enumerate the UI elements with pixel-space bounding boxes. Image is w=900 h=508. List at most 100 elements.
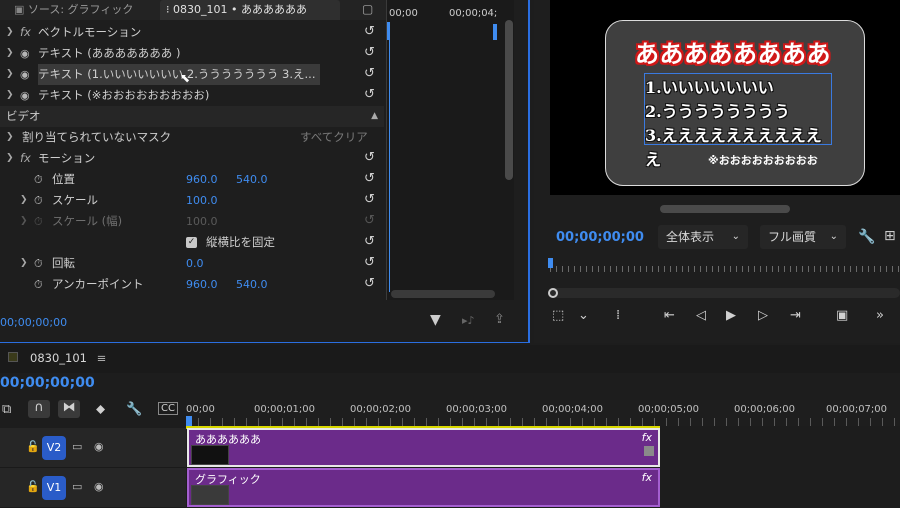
ec-footer-timecode[interactable]: 00;00;00;00 bbox=[0, 316, 67, 329]
stopwatch-icon[interactable]: ⏱ bbox=[34, 274, 43, 295]
monitor-time-ruler[interactable] bbox=[550, 258, 900, 274]
position-row[interactable]: ⏱ 位置 960.0 540.0 ↺ bbox=[0, 169, 384, 190]
lock-icon[interactable]: 🔓 bbox=[26, 440, 40, 453]
scale-value[interactable]: 100.0 bbox=[186, 190, 218, 211]
effect-controls-timeline[interactable]: 00;00 00;00;04; bbox=[386, 0, 514, 300]
monitor-playhead[interactable] bbox=[548, 258, 553, 268]
track-target-v2[interactable]: V2 bbox=[42, 436, 66, 460]
chevron-right-icon[interactable]: ❯ bbox=[20, 253, 28, 274]
snap-icon[interactable]: ∩ bbox=[28, 400, 50, 418]
reset-icon[interactable]: ↺ bbox=[364, 46, 378, 60]
go-to-in-icon[interactable]: ⇤ bbox=[664, 308, 675, 323]
zoom-scrollbar[interactable] bbox=[391, 290, 495, 298]
timeline-playhead[interactable] bbox=[186, 416, 192, 426]
fit-dropdown[interactable]: 全体表示 ⌄ bbox=[658, 225, 748, 249]
effect-row-text-1[interactable]: ❯ ◉ テキスト (あああああああ ) ↺ bbox=[0, 43, 384, 64]
monitor-zoom-bar[interactable] bbox=[548, 288, 900, 298]
monitor-timecode[interactable]: 00;00;00;00 bbox=[556, 230, 644, 245]
uniform-scale-checkbox[interactable]: ✓ bbox=[186, 237, 197, 248]
eye-icon[interactable]: ◉ bbox=[94, 480, 104, 493]
motion-row[interactable]: ❯ fx モーション ↺ bbox=[0, 148, 384, 169]
filter-icon[interactable]: ▼ bbox=[430, 312, 441, 328]
track-header-v1[interactable]: 🔓 V1 ▭ ◉ bbox=[0, 468, 186, 508]
reset-icon[interactable]: ↺ bbox=[364, 277, 378, 291]
position-y-value[interactable]: 540.0 bbox=[236, 169, 268, 190]
clear-all-button[interactable]: すべてクリア bbox=[300, 127, 368, 148]
anchor-row[interactable]: ⏱ アンカーポイント 960.0 540.0 ↺ bbox=[0, 274, 384, 295]
reset-icon[interactable]: ↺ bbox=[364, 25, 378, 39]
chevron-right-icon[interactable]: ❯ bbox=[6, 22, 14, 43]
play-icon[interactable]: ▶ bbox=[726, 308, 736, 323]
effect-row-text-3[interactable]: ❯ ◉ テキスト (※おおおおおおおおお) ↺ bbox=[0, 85, 384, 106]
wrench-icon[interactable]: 🔧 bbox=[126, 402, 142, 417]
chevron-right-icon[interactable]: ❯ bbox=[6, 43, 14, 64]
effect-controls-scrollbar[interactable] bbox=[505, 20, 513, 180]
export-frame-icon[interactable]: ▣ bbox=[836, 308, 848, 323]
sync-lock-icon[interactable]: ▭ bbox=[72, 440, 82, 453]
chevron-right-icon[interactable]: ❯ bbox=[6, 64, 14, 85]
eye-icon[interactable]: ◉ bbox=[94, 440, 104, 453]
reset-icon[interactable]: ↺ bbox=[364, 151, 378, 165]
eye-icon[interactable]: ◉ bbox=[20, 64, 30, 85]
sequence-tab[interactable]: 0830_101 ≡ bbox=[30, 351, 106, 365]
anchor-y-value[interactable]: 540.0 bbox=[236, 274, 268, 295]
panel-menu-icon[interactable]: ▢ bbox=[362, 2, 373, 16]
chevron-down-icon[interactable]: ❯ bbox=[6, 148, 14, 169]
track-header-v2[interactable]: 🔓 V2 ▭ ◉ bbox=[0, 428, 186, 468]
clip-v2[interactable]: ああああああ fx bbox=[187, 428, 660, 467]
reset-icon[interactable]: ↺ bbox=[364, 172, 378, 186]
step-back-icon[interactable]: ◁ bbox=[696, 308, 706, 323]
nest-icon[interactable]: ⧉ bbox=[2, 402, 11, 417]
settings-icon[interactable]: ⊞ bbox=[884, 228, 896, 244]
menu-icon[interactable]: ≡ bbox=[97, 351, 107, 365]
mark-in-out-icon[interactable]: ⁞ bbox=[616, 308, 620, 323]
uniform-scale-row[interactable]: ✓ 縦横比を固定 ↺ bbox=[0, 232, 384, 253]
tab-effect-controls[interactable]: ⁝ 0830_101 • ああああああ bbox=[160, 0, 340, 20]
chevron-right-icon[interactable]: ❯ bbox=[6, 85, 14, 106]
quality-dropdown[interactable]: フル画質 ⌄ bbox=[760, 225, 846, 249]
rotation-row[interactable]: ❯ ⏱ 回転 0.0 ↺ bbox=[0, 253, 384, 274]
wrench-icon[interactable]: 🔧 bbox=[858, 229, 875, 245]
graphic-note[interactable]: ※おおおおおおおおお bbox=[708, 152, 818, 168]
step-forward-icon[interactable]: ▷ bbox=[758, 308, 768, 323]
effect-row-vector-motion[interactable]: ❯ fx ベクトルモーション ↺ bbox=[0, 22, 384, 43]
reset-icon[interactable]: ↺ bbox=[364, 235, 378, 249]
stopwatch-icon[interactable]: ⏱ bbox=[34, 190, 43, 211]
track-target-v1[interactable]: V1 bbox=[42, 476, 66, 500]
mask-row[interactable]: ❯ 割り当てられていないマスク すべてクリア bbox=[0, 127, 384, 148]
marker-icon[interactable]: ⬚ bbox=[552, 308, 564, 323]
export-icon[interactable]: ⇪ bbox=[494, 312, 505, 327]
zoom-handle[interactable] bbox=[548, 288, 558, 298]
add-marker-icon[interactable]: ⬥ bbox=[96, 402, 105, 417]
monitor-scrollbar[interactable] bbox=[660, 205, 790, 213]
eye-icon[interactable]: ◉ bbox=[20, 43, 30, 64]
sync-lock-icon[interactable]: ▭ bbox=[72, 480, 82, 493]
lock-icon[interactable]: 🔓 bbox=[26, 480, 40, 493]
reset-icon[interactable]: ↺ bbox=[364, 193, 378, 207]
rotation-value[interactable]: 0.0 bbox=[186, 253, 204, 274]
play-audio-icon[interactable]: ▸♪ bbox=[462, 314, 475, 327]
collapse-icon[interactable]: ▲ bbox=[371, 106, 378, 127]
go-to-out-icon[interactable]: ⇥ bbox=[790, 308, 801, 323]
linked-selection-icon[interactable]: ⧓ bbox=[58, 400, 80, 418]
clip-v1[interactable]: グラフィック fx bbox=[187, 468, 660, 507]
effect-row-text-2[interactable]: ❯ ◉ テキスト (1.いいいいいいい 2.ううううううう 3.え... ⬉ ↺ bbox=[0, 64, 384, 85]
chevron-right-icon[interactable]: ❯ bbox=[20, 190, 28, 211]
reset-icon[interactable]: ↺ bbox=[364, 256, 378, 270]
tab-source[interactable]: ▣ ソース: グラフィック bbox=[8, 0, 158, 20]
eye-icon[interactable]: ◉ bbox=[20, 85, 30, 106]
position-x-value[interactable]: 960.0 bbox=[186, 169, 218, 190]
scale-row[interactable]: ❯ ⏱ スケール 100.0 ↺ bbox=[0, 190, 384, 211]
captions-icon[interactable]: CC bbox=[158, 402, 178, 415]
chevron-down-icon[interactable]: ❯ bbox=[6, 127, 14, 148]
text-bounding-box[interactable]: 1.いいいいいいい 2.うううううううう 3.えええええええええええ bbox=[644, 73, 832, 169]
timeline-timecode[interactable]: 00;00;00;00 bbox=[0, 375, 95, 391]
reset-icon[interactable]: ↺ bbox=[364, 67, 378, 81]
anchor-x-value[interactable]: 960.0 bbox=[186, 274, 218, 295]
reset-icon[interactable]: ↺ bbox=[364, 88, 378, 102]
stopwatch-icon[interactable]: ⏱ bbox=[34, 253, 43, 274]
chevron-down-icon[interactable]: ⌄ bbox=[578, 308, 589, 323]
graphic-title[interactable]: ああああああああ bbox=[635, 34, 831, 69]
stopwatch-icon[interactable]: ⏱ bbox=[34, 169, 43, 190]
more-icon[interactable]: » bbox=[876, 308, 884, 323]
